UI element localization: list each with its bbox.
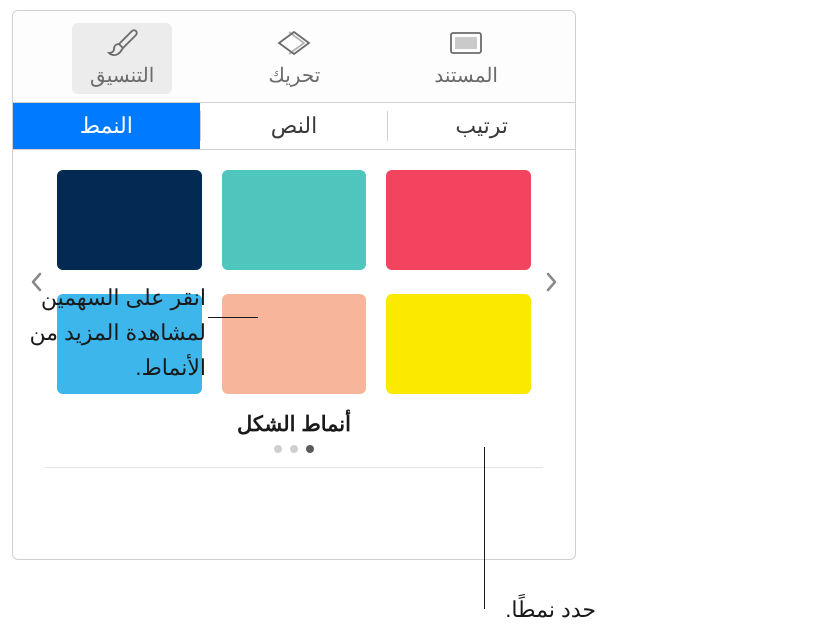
shape-styles-label: أنماط الشكل bbox=[25, 412, 563, 437]
chevron-right-icon bbox=[544, 271, 558, 293]
tab-arrange[interactable]: ترتيب bbox=[388, 103, 575, 149]
page-dot[interactable] bbox=[274, 445, 282, 453]
animate-label: تحريك bbox=[268, 63, 320, 88]
tab-text[interactable]: النص bbox=[201, 103, 388, 149]
next-styles-arrow[interactable] bbox=[539, 262, 563, 302]
page-dot[interactable] bbox=[290, 445, 298, 453]
diamond-icon bbox=[276, 29, 312, 57]
callout-line bbox=[208, 317, 258, 318]
inspector-tab-bar: النمط النص ترتيب bbox=[13, 103, 575, 150]
callout-line bbox=[484, 447, 485, 609]
format-label: التنسيق bbox=[90, 63, 154, 88]
document-toolbar-item[interactable]: المستند bbox=[416, 23, 516, 94]
style-swatch[interactable] bbox=[222, 294, 367, 394]
animate-toolbar-item[interactable]: تحريك bbox=[250, 23, 338, 94]
pagination-dots bbox=[25, 445, 563, 453]
style-swatch[interactable] bbox=[222, 170, 367, 270]
style-swatch[interactable] bbox=[57, 170, 202, 270]
style-swatch[interactable] bbox=[386, 294, 531, 394]
document-icon bbox=[448, 29, 484, 57]
document-label: المستند bbox=[434, 63, 498, 88]
divider bbox=[45, 467, 543, 468]
format-toolbar-item[interactable]: التنسيق bbox=[72, 23, 172, 94]
style-swatch[interactable] bbox=[386, 170, 531, 270]
callout-arrows: انقر على السهمين لمشاهدة المزيد من الأنم… bbox=[16, 280, 206, 386]
page-dot[interactable] bbox=[306, 445, 314, 453]
tab-style[interactable]: النمط bbox=[13, 103, 200, 149]
paintbrush-icon bbox=[104, 29, 140, 57]
inspector-toolbar: التنسيق تحريك المستند bbox=[13, 11, 575, 103]
callout-select: حدد نمطًا. bbox=[466, 592, 596, 627]
